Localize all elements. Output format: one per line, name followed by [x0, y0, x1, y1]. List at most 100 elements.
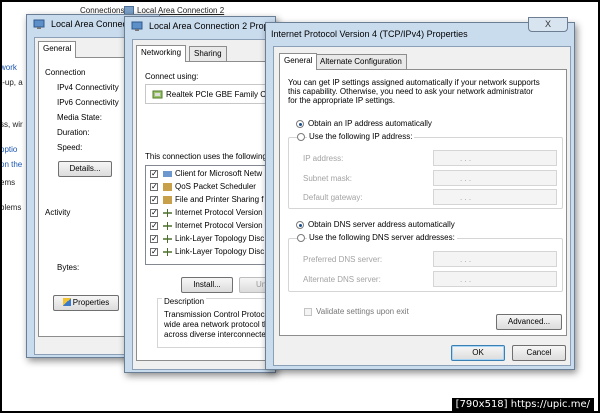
default-gateway-dots: . . . [460, 193, 472, 202]
adapter-box: Realtek PCIe GBE Family C [145, 84, 285, 104]
item-checkbox[interactable]: ✓ [150, 235, 158, 243]
speed-label: Speed: [57, 143, 83, 152]
item-checkbox[interactable]: ✓ [150, 209, 158, 217]
tab-general[interactable]: General [38, 41, 77, 58]
networking-panel: Connect using: Realtek PCIe GBE Family C… [136, 61, 285, 361]
item-label: Client for Microsoft Netw [175, 169, 263, 178]
protocol-icon [163, 235, 172, 243]
network-icon [131, 21, 143, 31]
bg-fragment: work [0, 63, 17, 72]
description-line: Transmission Control Protocol/ [164, 310, 274, 319]
description-header: Description [162, 297, 207, 306]
service-icon [163, 196, 172, 204]
default-gateway-field[interactable]: . . . [433, 189, 557, 205]
bg-fragment: t-up, a [0, 78, 23, 87]
service-icon [163, 183, 172, 191]
connection-properties-window: Local Area Connection 2 Properties Netwo… [124, 16, 291, 373]
ipv4-connectivity-label: IPv4 Connectivity [57, 83, 119, 92]
obtain-dns-auto-label: Obtain DNS server address automatically [308, 220, 455, 229]
activity-header: Activity [45, 208, 71, 217]
subnet-mask-dots: . . . [460, 174, 472, 183]
properties-client-area: Networking Sharing Connect using: Realte… [132, 39, 285, 370]
manual-dns-group: Use the following DNS server addresses: … [288, 233, 563, 292]
item-label: File and Printer Sharing f [175, 195, 264, 204]
use-following-ip-radio[interactable] [297, 133, 305, 141]
use-following-dns-radio[interactable] [297, 234, 305, 242]
connect-using-label: Connect using: [145, 72, 199, 81]
media-state-label: Media State: [57, 113, 102, 122]
ipv4-client-area: General Alternate Configuration You can … [273, 46, 571, 366]
network-icon [33, 19, 45, 29]
bg-fragment: ems [0, 178, 16, 187]
tab-sharing[interactable]: Sharing [189, 46, 227, 61]
properties-button-label: Properties [72, 298, 110, 307]
install-button[interactable]: Install... [181, 277, 233, 293]
use-following-dns-label: Use the following DNS server addresses: [307, 233, 457, 242]
validate-label: Validate settings upon exit [316, 307, 409, 316]
bg-fragment: ss, wir [0, 120, 23, 129]
protocol-icon [163, 222, 172, 230]
bg-fragment: on the [0, 160, 23, 169]
tab-general[interactable]: General [279, 53, 318, 70]
description-line: across diverse interconnected [164, 330, 271, 339]
intro-line: You can get IP settings assigned automat… [288, 78, 540, 87]
obtain-ip-auto-label: Obtain an IP address automatically [308, 119, 432, 128]
alternate-dns-dots: . . . [460, 275, 472, 284]
details-button[interactable]: Details... [58, 161, 112, 177]
general-panel: You can get IP settings assigned automat… [279, 69, 567, 336]
subnet-mask-field[interactable]: . . . [433, 170, 557, 186]
cancel-button[interactable]: Cancel [512, 345, 566, 361]
advanced-button[interactable]: Advanced... [496, 314, 562, 330]
alternate-dns-label: Alternate DNS server: [303, 275, 381, 284]
close-icon[interactable]: X [528, 17, 568, 32]
bytes-label: Bytes: [57, 263, 80, 272]
window-title: Internet Protocol Version 4 (TCP/IPv4) P… [271, 29, 468, 39]
ip-address-field[interactable]: . . . [433, 150, 557, 166]
alternate-dns-field[interactable]: . . . [433, 271, 557, 287]
subnet-mask-label: Subnet mask: [303, 174, 352, 183]
item-checkbox[interactable]: ✓ [150, 196, 158, 204]
client-icon [163, 171, 172, 177]
default-gateway-label: Default gateway: [303, 193, 363, 202]
adapter-name: Realtek PCIe GBE Family C [166, 90, 267, 99]
validate-checkbox[interactable] [304, 308, 312, 316]
connection-header: Connection [45, 68, 86, 77]
preferred-dns-field[interactable]: . . . [433, 251, 557, 267]
tab-networking[interactable]: Networking [136, 45, 187, 62]
intro-line: for the appropriate IP settings. [288, 96, 396, 105]
watermark: [790x518] https://upic.me/ [451, 398, 594, 411]
intro-line: this capability. Otherwise, you need to … [288, 87, 534, 96]
duration-label: Duration: [57, 128, 90, 137]
ipv4-properties-window: Internet Protocol Version 4 (TCP/IPv4) P… [265, 17, 575, 370]
ok-button[interactable]: OK [451, 345, 505, 361]
item-checkbox[interactable]: ✓ [150, 248, 158, 256]
use-following-ip-label: Use the following IP address: [307, 132, 415, 141]
preferred-dns-label: Preferred DNS server: [303, 255, 383, 264]
components-list[interactable]: ✓ Client for Microsoft Netw ✓ QoS Packet… [145, 165, 285, 265]
item-label: QoS Packet Scheduler [175, 182, 256, 191]
obtain-ip-auto-radio[interactable] [296, 120, 304, 128]
properties-button[interactable]: Properties [53, 295, 119, 311]
adapter-icon [152, 90, 163, 99]
ip-address-dots: . . . [460, 154, 472, 163]
protocol-icon [163, 248, 172, 256]
item-checkbox[interactable]: ✓ [150, 222, 158, 230]
item-checkbox[interactable]: ✓ [150, 183, 158, 191]
preferred-dns-dots: . . . [460, 255, 472, 264]
bg-fragment: blems [0, 203, 22, 212]
item-label: Internet Protocol Version [175, 208, 263, 217]
tab-alternate-configuration[interactable]: Alternate Configuration [315, 54, 407, 69]
obtain-dns-auto-radio[interactable] [296, 221, 304, 229]
shield-icon [62, 298, 71, 306]
item-label: Link-Layer Topology Disc [175, 247, 265, 256]
uses-items-label: This connection uses the following [145, 152, 267, 161]
manual-ip-group: Use the following IP address: IP address… [288, 132, 563, 209]
ipv6-connectivity-label: IPv6 Connectivity [57, 98, 119, 107]
ip-address-label: IP address: [303, 154, 344, 163]
item-checkbox[interactable]: ✓ [150, 170, 158, 178]
protocol-icon [163, 209, 172, 217]
item-label: Internet Protocol Version [175, 221, 263, 230]
description-line: wide area network protocol tha [164, 320, 273, 329]
item-label: Link-Layer Topology Disc [175, 234, 265, 243]
bg-fragment: optio [0, 145, 18, 154]
